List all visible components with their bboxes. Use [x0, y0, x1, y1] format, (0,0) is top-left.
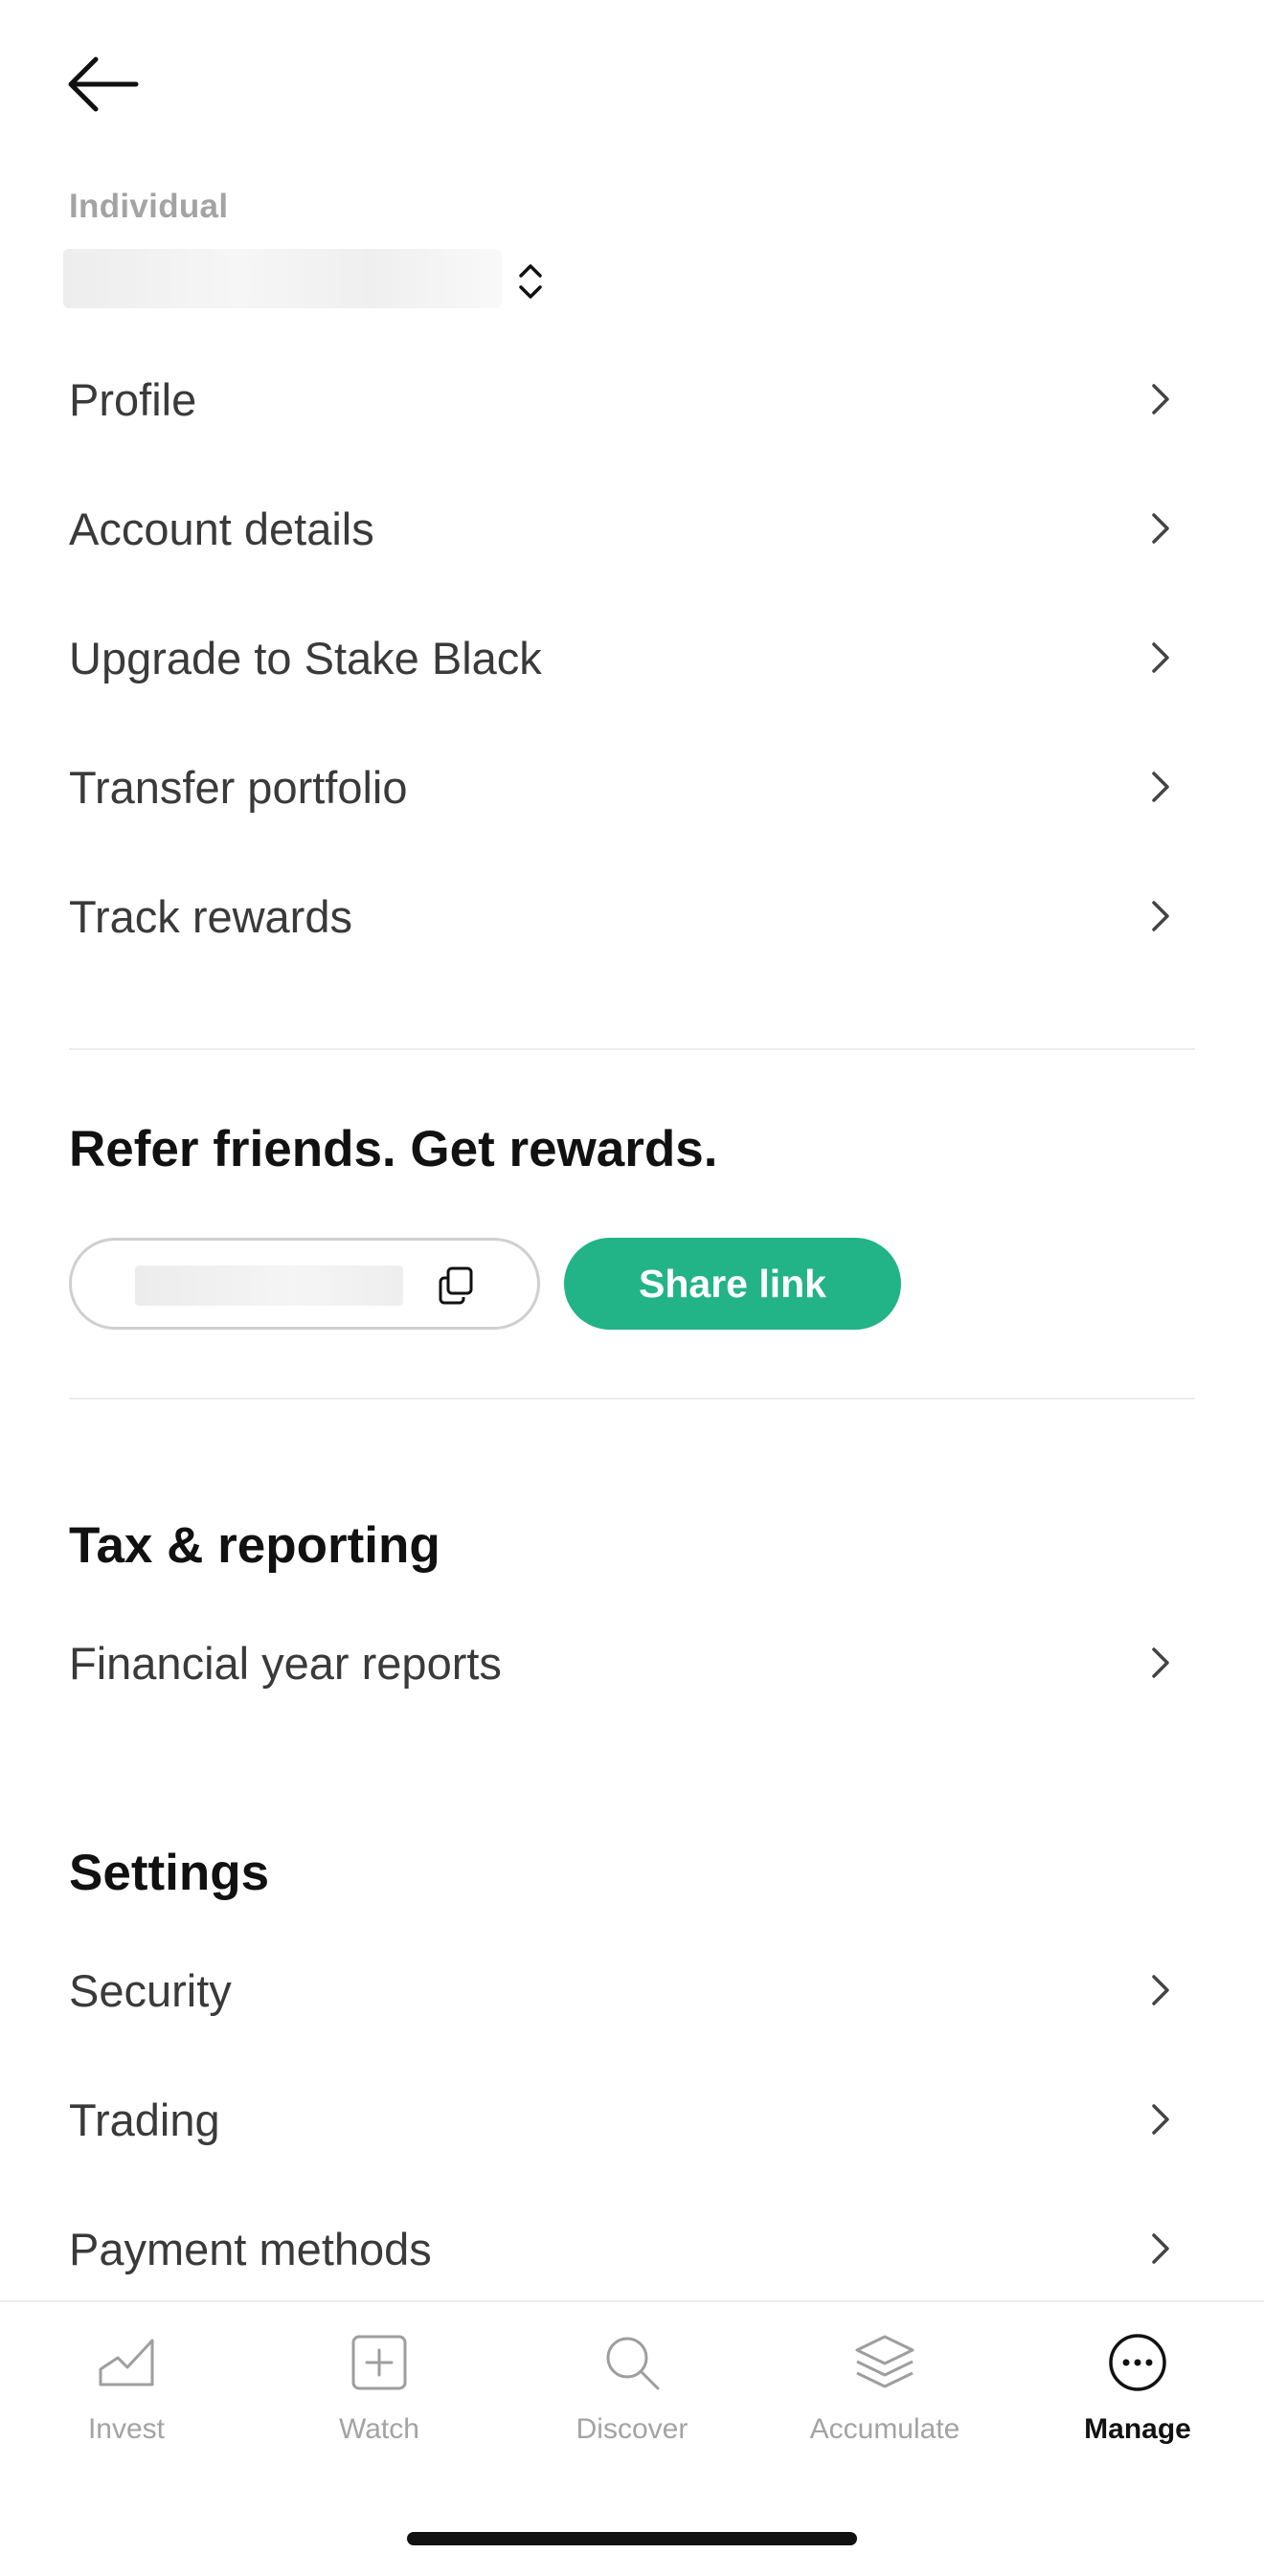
menu-item-security[interactable]: Security	[69, 1926, 1195, 2054]
tab-invest[interactable]: Invest	[0, 2331, 253, 2446]
menu-item-financial-year-reports[interactable]: Financial year reports	[69, 1599, 1195, 1727]
search-icon	[606, 2337, 660, 2390]
chevron-right-icon	[1152, 384, 1169, 414]
referral-link-field[interactable]	[69, 1238, 540, 1330]
chevron-right-icon	[1152, 901, 1169, 931]
plus-square-icon	[351, 2335, 407, 2390]
home-indicator	[407, 2532, 857, 2545]
settings-section-title: Settings	[69, 1845, 270, 1901]
layers-icon	[855, 2335, 914, 2388]
more-circle-icon	[1109, 2334, 1166, 2391]
menu-item-label: Financial year reports	[69, 1637, 502, 1689]
tab-label: Discover	[576, 2413, 688, 2445]
chevron-right-icon	[1152, 2233, 1169, 2264]
tab-label: Manage	[1084, 2413, 1191, 2445]
account-name-redacted[interactable]	[63, 249, 502, 308]
back-button[interactable]	[63, 46, 155, 123]
account-type-label: Individual	[69, 188, 229, 225]
tab-accumulate[interactable]: Accumulate	[758, 2331, 1011, 2446]
tab-label: Accumulate	[809, 2413, 960, 2445]
arrow-left-icon	[68, 56, 139, 112]
divider	[69, 1048, 1195, 1050]
menu-item-label: Profile	[69, 373, 197, 425]
menu-item-track-rewards[interactable]: Track rewards	[69, 852, 1195, 980]
tab-manage[interactable]: Manage	[1011, 2331, 1264, 2446]
menu-item-account-details[interactable]: Account details	[69, 464, 1195, 593]
referral-title: Refer friends. Get rewards.	[69, 1121, 718, 1177]
menu-item-trading[interactable]: Trading	[69, 2055, 1195, 2184]
tax-section-title: Tax & reporting	[69, 1517, 440, 1574]
menu-item-label: Trading	[69, 2094, 220, 2145]
menu-item-transfer-portfolio[interactable]: Transfer portfolio	[69, 723, 1195, 851]
tab-label: Invest	[87, 2413, 166, 2445]
chevron-right-icon	[1152, 642, 1169, 673]
menu-item-upgrade[interactable]: Upgrade to Stake Black	[69, 594, 1195, 722]
menu-item-label: Security	[69, 1964, 232, 2016]
menu-item-label: Payment methods	[69, 2223, 432, 2274]
chevron-right-icon	[1152, 1975, 1169, 2005]
chevron-right-icon	[1152, 1647, 1169, 1678]
menu-item-label: Upgrade to Stake Black	[69, 632, 542, 683]
chevron-right-icon	[1152, 513, 1169, 544]
chart-icon	[99, 2339, 154, 2386]
share-link-button[interactable]: Share link	[564, 1238, 901, 1330]
menu-item-profile[interactable]: Profile	[69, 335, 1195, 463]
tab-label: Watch	[339, 2413, 419, 2445]
referral-code-redacted	[135, 1266, 403, 1306]
menu-item-label: Transfer portfolio	[69, 761, 408, 813]
menu-item-label: Track rewards	[69, 890, 352, 942]
tab-discover[interactable]: Discover	[506, 2331, 758, 2446]
chevron-up-down-icon[interactable]	[512, 260, 549, 302]
menu-item-label: Account details	[69, 503, 374, 554]
tab-watch[interactable]: Watch	[253, 2331, 506, 2446]
chevron-right-icon	[1152, 2104, 1169, 2135]
menu-item-payment-methods[interactable]: Payment methods	[69, 2184, 1195, 2313]
divider	[69, 1398, 1195, 1400]
copy-icon[interactable]	[434, 1264, 478, 1308]
chevron-right-icon	[1152, 772, 1169, 802]
